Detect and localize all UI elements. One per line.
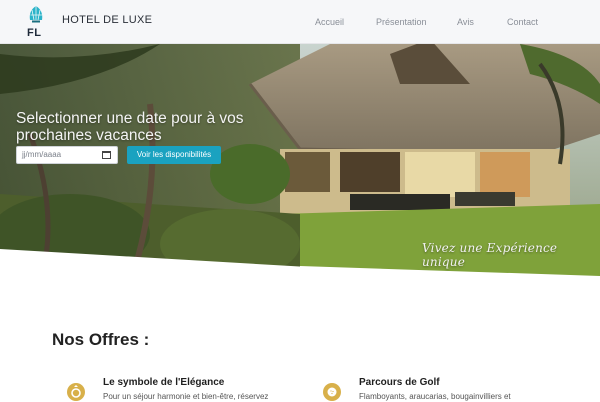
calendar-icon[interactable] xyxy=(102,151,111,159)
hero-banner: Selectionner une date pour à vos prochai… xyxy=(0,44,600,284)
hero-title: Selectionner une date pour à vos prochai… xyxy=(16,110,244,144)
site-header: FL HOTEL DE LUXE Accueil Présentation Av… xyxy=(0,0,600,44)
offer-title-golf: Parcours de Golf xyxy=(359,377,440,388)
nav-presentation[interactable]: Présentation xyxy=(376,17,427,27)
date-field[interactable]: jj/mm/aaaa xyxy=(16,146,118,164)
ring-icon xyxy=(67,383,85,401)
offers-heading: Nos Offres : xyxy=(52,330,150,349)
golf-icon xyxy=(323,383,341,401)
check-availability-button[interactable]: Voir les disponibilités xyxy=(127,146,221,164)
date-placeholder: jj/mm/aaaa xyxy=(22,150,62,159)
nav-contact[interactable]: Contact xyxy=(507,17,538,27)
offer-title-elegance: Le symbole de l'Elégance xyxy=(103,377,225,388)
main-nav: Accueil Présentation Avis Contact xyxy=(0,17,600,31)
nav-avis[interactable]: Avis xyxy=(457,17,474,27)
nav-accueil[interactable]: Accueil xyxy=(315,17,344,27)
hero-slogan: Vivez une Expérience unique xyxy=(422,241,558,269)
